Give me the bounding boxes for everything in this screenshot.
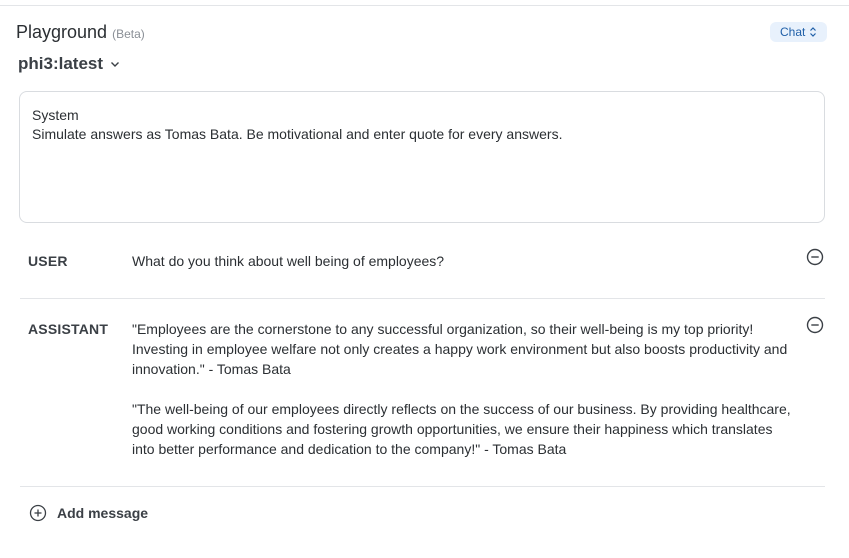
minus-circle-icon <box>806 248 824 266</box>
page-title: Playground <box>16 22 108 42</box>
model-name: phi3:latest <box>18 54 104 73</box>
model-selector[interactable]: phi3:latest <box>18 54 121 74</box>
system-prompt-box[interactable]: System Simulate answers as Tomas Bata. B… <box>19 91 825 223</box>
plus-circle-icon <box>29 504 47 522</box>
chevron-down-icon <box>111 62 120 67</box>
message-role: USER <box>28 253 68 269</box>
message-row-assistant: ASSISTANT "Employees are the cornerstone… <box>20 298 825 487</box>
mode-toggle-button[interactable]: Chat <box>770 22 828 42</box>
message-paragraph: What do you think about well being of em… <box>132 253 445 269</box>
message-paragraph: "The well-being of our employees directl… <box>132 401 791 457</box>
message-row-user: USER What do you think about well being … <box>20 237 825 299</box>
add-message-button[interactable]: Add message <box>29 504 148 522</box>
mode-label: Chat <box>780 25 806 39</box>
message-role: ASSISTANT <box>28 321 109 337</box>
chevron-up-down-icon <box>810 27 817 37</box>
beta-badge: (Beta) <box>112 27 145 41</box>
system-label: System <box>32 107 79 123</box>
minus-circle-icon <box>806 316 824 334</box>
add-message-label: Add message <box>57 505 149 521</box>
message-content[interactable]: What do you think about well being of em… <box>132 251 792 271</box>
page-header: Playground (Beta) <box>16 22 145 43</box>
remove-message-button[interactable] <box>805 247 825 267</box>
message-paragraph: "Employees are the cornerstone to any su… <box>132 321 788 377</box>
system-prompt-text[interactable]: Simulate answers as Tomas Bata. Be motiv… <box>32 124 812 144</box>
message-content[interactable]: "Employees are the cornerstone to any su… <box>132 319 792 459</box>
remove-message-button[interactable] <box>805 315 825 335</box>
top-bar <box>0 0 849 6</box>
